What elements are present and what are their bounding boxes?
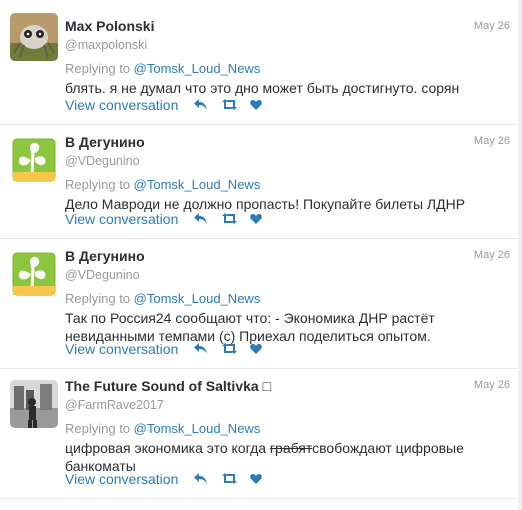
retweet-icon[interactable] bbox=[222, 99, 238, 111]
tweet-actions: View conversation bbox=[65, 97, 278, 113]
tweet-date[interactable]: May 26 bbox=[474, 135, 510, 147]
author-handle[interactable]: @VDegunino bbox=[65, 154, 140, 168]
view-conversation-link[interactable]: View conversation bbox=[65, 471, 178, 487]
avatar[interactable] bbox=[10, 380, 58, 428]
replying-to: Replying to @Tomsk_Loud_News bbox=[65, 291, 260, 306]
author-handle[interactable]: @maxpolonski bbox=[65, 38, 147, 52]
tweet-date[interactable]: May 26 bbox=[474, 20, 510, 32]
author-name[interactable]: The Future Sound of Saltivka □ bbox=[65, 378, 271, 394]
tweet-actions: View conversation bbox=[65, 471, 278, 487]
reply-icon[interactable] bbox=[194, 213, 208, 225]
replying-to-link[interactable]: @Tomsk_Loud_News bbox=[134, 291, 261, 306]
author-name[interactable]: В Дегунино bbox=[65, 248, 145, 264]
tweet-text-struck: грабят bbox=[269, 440, 313, 456]
replying-prefix: Replying to bbox=[65, 177, 131, 192]
scrollbar[interactable] bbox=[518, 0, 522, 510]
tweet-item[interactable]: The Future Sound of Saltivka □ @FarmRave… bbox=[0, 369, 518, 499]
view-conversation-link[interactable]: View conversation bbox=[65, 97, 178, 113]
replying-prefix: Replying to bbox=[65, 61, 131, 76]
like-icon[interactable] bbox=[250, 473, 264, 485]
replying-to: Replying to @Tomsk_Loud_News bbox=[65, 421, 260, 436]
replying-prefix: Replying to bbox=[65, 421, 131, 436]
tweet-date[interactable]: May 26 bbox=[474, 249, 510, 261]
avatar[interactable] bbox=[10, 13, 58, 61]
reply-icon[interactable] bbox=[194, 343, 208, 355]
like-icon[interactable] bbox=[250, 343, 264, 355]
author-handle[interactable]: @VDegunino bbox=[65, 268, 140, 282]
replying-to-link[interactable]: @Tomsk_Loud_News bbox=[134, 177, 261, 192]
author-name[interactable]: Max Polonski bbox=[65, 18, 154, 34]
tweet-actions: View conversation bbox=[65, 211, 278, 227]
tweet-item[interactable]: Max Polonski @maxpolonski May 26 Replyin… bbox=[0, 0, 518, 125]
retweet-icon[interactable] bbox=[222, 473, 238, 485]
tweet-actions: View conversation bbox=[65, 341, 278, 357]
replying-to-link[interactable]: @Tomsk_Loud_News bbox=[134, 61, 261, 76]
retweet-icon[interactable] bbox=[222, 343, 238, 355]
tweet-text: Так по Россия24 сообщают что: - Экономик… bbox=[65, 310, 435, 344]
view-conversation-link[interactable]: View conversation bbox=[65, 341, 178, 357]
like-icon[interactable] bbox=[250, 213, 264, 225]
replying-to: Replying to @Tomsk_Loud_News bbox=[65, 61, 260, 76]
tweet-date[interactable]: May 26 bbox=[474, 379, 510, 391]
author-name[interactable]: В Дегунино bbox=[65, 134, 145, 150]
tweet-item[interactable]: В Дегунино @VDegunino May 26 Replying to… bbox=[0, 125, 518, 239]
avatar[interactable] bbox=[10, 250, 58, 298]
view-conversation-link[interactable]: View conversation bbox=[65, 211, 178, 227]
replying-prefix: Replying to bbox=[65, 291, 131, 306]
like-icon[interactable] bbox=[250, 99, 264, 111]
tweet-text: блять. я не думал что это дно может быть… bbox=[65, 80, 460, 96]
author-handle[interactable]: @FarmRave2017 bbox=[65, 398, 164, 412]
replying-to-link[interactable]: @Tomsk_Loud_News bbox=[134, 421, 261, 436]
tweet-text-before: цифровая экономика это когда bbox=[65, 440, 270, 456]
conversation-feed: Max Polonski @maxpolonski May 26 Replyin… bbox=[0, 0, 519, 510]
reply-icon[interactable] bbox=[194, 473, 208, 485]
reply-icon[interactable] bbox=[194, 99, 208, 111]
tweet-item[interactable]: В Дегунино @VDegunino May 26 Replying to… bbox=[0, 239, 518, 369]
replying-to: Replying to @Tomsk_Loud_News bbox=[65, 177, 260, 192]
tweet-text: цифровая экономика это когда грабятсвобо… bbox=[65, 439, 485, 475]
retweet-icon[interactable] bbox=[222, 213, 238, 225]
avatar[interactable] bbox=[10, 136, 58, 184]
